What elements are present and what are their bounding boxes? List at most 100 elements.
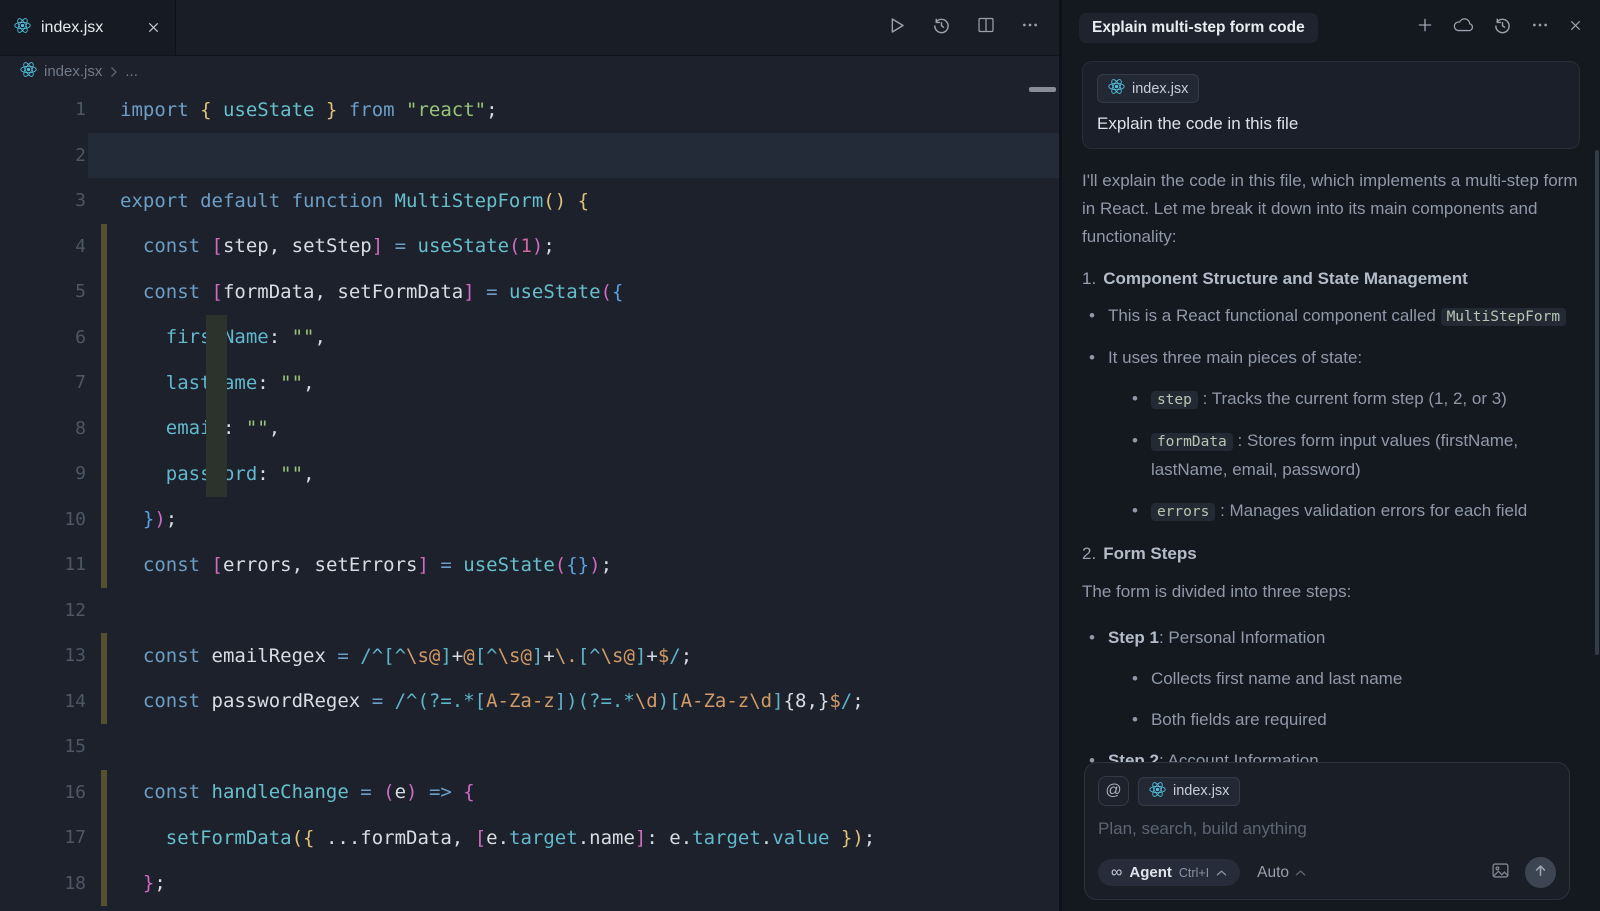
code-line-9[interactable]: 9 password: "", <box>0 451 1059 497</box>
editor-more-button[interactable] <box>1021 16 1039 39</box>
tab-index-jsx[interactable]: index.jsx <box>0 0 176 55</box>
mode-shortcut: Ctrl+I <box>1179 866 1209 880</box>
user-message-card: index.jsx Explain the code in this file <box>1082 61 1580 149</box>
breadcrumb-symbol[interactable]: ... <box>125 63 138 80</box>
breadcrumb-file[interactable]: index.jsx <box>44 63 102 80</box>
line-number: 13 <box>0 645 86 666</box>
editor-scrollbar-thumb[interactable] <box>1029 87 1056 92</box>
chat-more-button[interactable] <box>1531 16 1549 39</box>
add-context-button[interactable]: @ <box>1098 776 1129 806</box>
run-button[interactable] <box>887 16 906 40</box>
app-window: index.jsx index.jsx ... 1import { useSta… <box>0 0 1600 911</box>
chat-title-tab[interactable]: Explain multi-step form code <box>1079 13 1318 43</box>
code-line-10[interactable]: 10 }); <box>0 497 1059 543</box>
input-context-file-chip[interactable]: index.jsx <box>1138 777 1240 806</box>
text-run: : Personal Information <box>1159 628 1325 647</box>
chat-heading: 2.Form Steps <box>1082 544 1580 564</box>
code-line-15[interactable]: 15 <box>0 724 1059 770</box>
chat-scrollbar-thumb[interactable] <box>1595 150 1599 655</box>
chevron-up-icon <box>1216 869 1227 877</box>
timeline-button[interactable] <box>932 16 951 40</box>
line-number: 11 <box>0 554 86 575</box>
line-number: 17 <box>0 827 86 848</box>
editor-actions <box>887 0 1039 55</box>
code-line-18[interactable]: 18 }; <box>0 861 1059 907</box>
text-run: : Manages validation errors for each fie… <box>1215 501 1527 520</box>
chat-bullet: •step : Tracks the current form step (1,… <box>1132 385 1580 414</box>
text-run: It uses three main pieces of state: <box>1108 348 1362 367</box>
code-line-11[interactable]: 11 const [errors, setErrors] = useState(… <box>0 542 1059 588</box>
code-line-7[interactable]: 7 lastName: "", <box>0 360 1059 406</box>
new-chat-button[interactable] <box>1416 16 1434 39</box>
code-line-8[interactable]: 8 email: "", <box>0 406 1059 452</box>
arrow-up-icon <box>1533 863 1548 883</box>
code-line-2[interactable]: 2 <box>0 133 1059 179</box>
line-number: 15 <box>0 736 86 757</box>
close-chat-button[interactable] <box>1568 18 1583 38</box>
chat-input-box[interactable]: @ index.jsx Plan, search, build anything… <box>1084 762 1570 900</box>
send-button[interactable] <box>1525 857 1556 888</box>
split-editor-button[interactable] <box>977 16 995 39</box>
mode-label: Agent <box>1129 864 1172 881</box>
line-number: 7 <box>0 372 86 393</box>
line-number: 5 <box>0 281 86 302</box>
history-icon <box>932 16 951 40</box>
chat-paragraph: I'll explain the code in this file, whic… <box>1082 167 1580 251</box>
chat-heading: 1.Component Structure and State Manageme… <box>1082 269 1580 289</box>
chat-header: Explain multi-step form code <box>1062 0 1600 55</box>
line-number: 12 <box>0 600 86 621</box>
more-icon <box>1531 16 1549 39</box>
code-line-17[interactable]: 17 setFormData({ ...formData, [e.target.… <box>0 815 1059 861</box>
inline-code: errors <box>1151 503 1215 521</box>
line-number: 1 <box>0 99 86 120</box>
line-number: 14 <box>0 691 86 712</box>
editor-pane: index.jsx index.jsx ... 1import { useSta… <box>0 0 1062 911</box>
react-file-icon <box>1108 78 1125 99</box>
split-editor-icon <box>977 16 995 39</box>
chat-bullet: •Step 1: Personal Information <box>1089 624 1580 652</box>
mode-selector[interactable]: ∞ Agent Ctrl+I <box>1098 859 1240 886</box>
chat-bullet: •It uses three main pieces of state: <box>1089 344 1580 372</box>
chat-pane: Explain multi-step form code index.jsx E… <box>1062 0 1600 911</box>
tab-label: index.jsx <box>41 19 103 37</box>
chat-paragraph: The form is divided into three steps: <box>1082 578 1580 606</box>
editor-tab-bar: index.jsx <box>0 0 1059 56</box>
code-line-13[interactable]: 13 const emailRegex = /^[^\s@]+@[^\s@]+\… <box>0 633 1059 679</box>
text-run: I'll explain the code in this file, whic… <box>1082 171 1578 246</box>
react-file-icon <box>14 17 31 39</box>
infinity-icon: ∞ <box>1111 866 1122 880</box>
user-message-text: Explain the code in this file <box>1097 114 1565 134</box>
cloud-button[interactable] <box>1453 17 1474 38</box>
code-line-14[interactable]: 14 const passwordRegex = /^(?=.*[A-Za-z]… <box>0 679 1059 725</box>
text-run: This is a React functional component cal… <box>1108 306 1441 325</box>
attach-image-button[interactable] <box>1491 861 1510 885</box>
text-run: Collects first name and last name <box>1151 669 1402 688</box>
chat-bullet: •errors : Manages validation errors for … <box>1132 497 1580 526</box>
line-number: 2 <box>0 145 86 166</box>
code-line-12[interactable]: 12 <box>0 588 1059 634</box>
chat-bullet: •This is a React functional component ca… <box>1089 302 1580 331</box>
context-file-name: index.jsx <box>1132 81 1188 97</box>
close-tab-icon[interactable] <box>146 20 161 35</box>
line-number: 8 <box>0 418 86 439</box>
chat-bullet: •Both fields are required <box>1132 706 1580 734</box>
chat-input-placeholder[interactable]: Plan, search, build anything <box>1098 819 1556 839</box>
code-line-16[interactable]: 16 const handleChange = (e) => { <box>0 770 1059 816</box>
react-file-icon <box>20 61 37 82</box>
model-selector[interactable]: Auto <box>1257 864 1306 882</box>
inline-code: formData <box>1151 433 1233 451</box>
code-line-4[interactable]: 4 const [step, setStep] = useState(1); <box>0 224 1059 270</box>
play-icon <box>887 16 906 40</box>
code-line-5[interactable]: 5 const [formData, setFormData] = useSta… <box>0 269 1059 315</box>
chat-history-button[interactable] <box>1493 16 1512 40</box>
image-icon <box>1491 861 1510 885</box>
input-context-file-name: index.jsx <box>1173 783 1229 799</box>
text-run: The form is divided into three steps: <box>1082 582 1351 601</box>
text-run: Both fields are required <box>1151 710 1327 729</box>
code-line-1[interactable]: 1import { useState } from "react"; <box>0 87 1059 133</box>
code-line-6[interactable]: 6 firstName: "", <box>0 315 1059 361</box>
chat-blocks: I'll explain the code in this file, whic… <box>1082 167 1580 775</box>
close-icon <box>1568 18 1583 38</box>
code-line-3[interactable]: 3export default function MultiStepForm()… <box>0 178 1059 224</box>
context-file-chip[interactable]: index.jsx <box>1097 74 1199 103</box>
